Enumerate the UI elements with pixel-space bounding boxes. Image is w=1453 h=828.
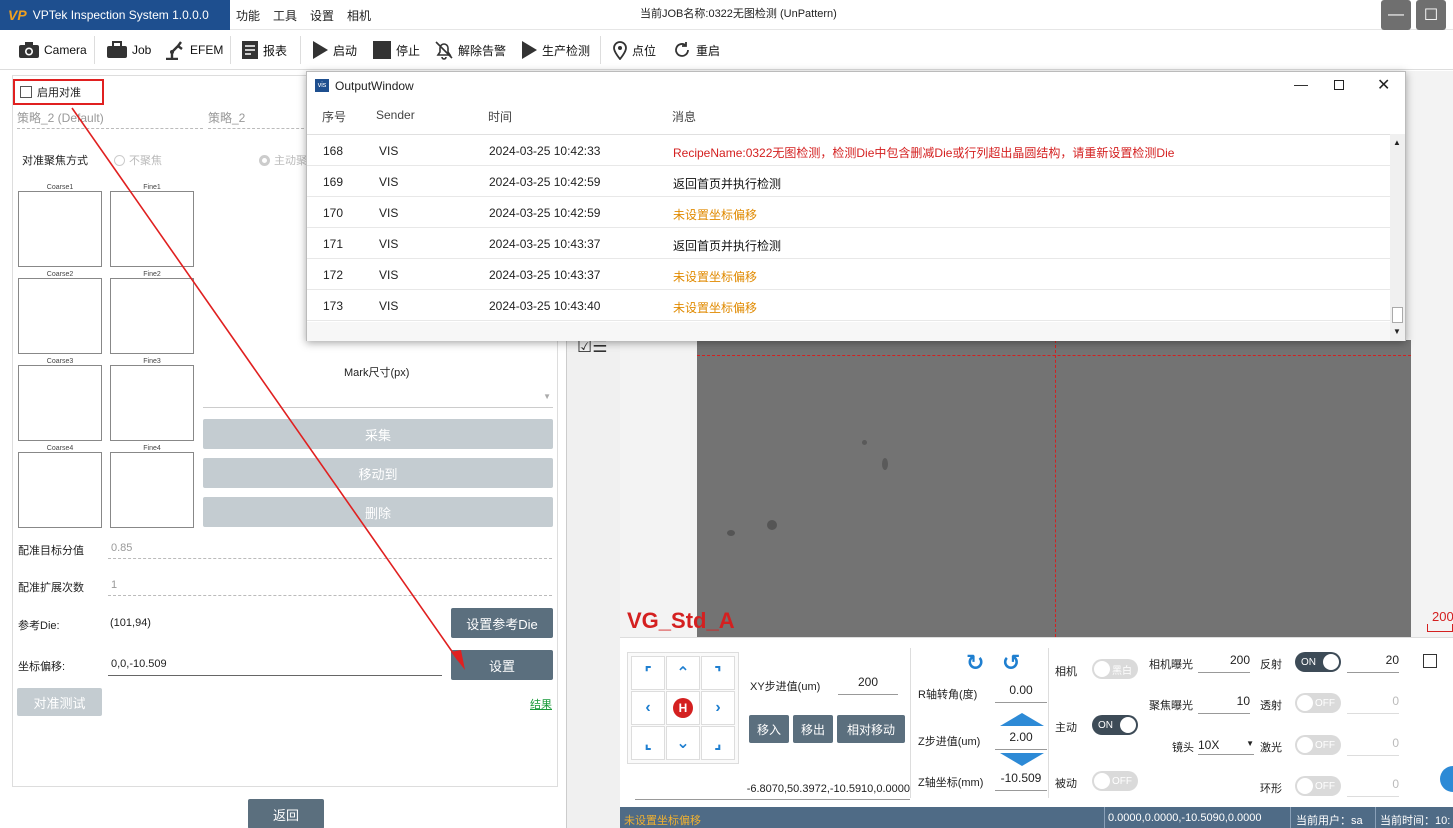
camera-mode-label: 相机 xyxy=(1055,666,1077,678)
move-up-right-button[interactable]: ⌝ xyxy=(701,656,735,690)
dropdown-arrow-icon: ▼ xyxy=(1246,739,1254,748)
z-coord-value: -10.509 xyxy=(1000,771,1042,785)
laser-value: OFF xyxy=(1315,739,1335,751)
corner-arrow-icon: ⌟ xyxy=(714,735,722,752)
relative-move-button[interactable]: 相对移动 xyxy=(837,715,905,743)
coords-display: -6.8070,50.3972,-10.5910,0.0000 xyxy=(635,778,910,800)
active-toggle[interactable]: ON xyxy=(1092,715,1138,735)
move-up-left-button[interactable]: ⌜ xyxy=(631,656,665,690)
focus-exposure-value: 10 xyxy=(1236,694,1250,708)
status-user: 当前用户：sa xyxy=(1296,815,1363,827)
chevron-right-icon: › xyxy=(715,699,721,716)
reflect-label: 反射 xyxy=(1260,659,1282,671)
status-bar: 未设置坐标偏移 0.0000,0.0000,-10.5090,0.0000 当前… xyxy=(620,807,1453,828)
chevron-up-icon: ⌃ xyxy=(676,665,690,682)
transmit-label: 透射 xyxy=(1260,700,1282,712)
z-down-button[interactable] xyxy=(1000,753,1044,766)
stage-control-panel: ⌜ ⌃ ⌝ ‹ H › ⌞ ⌄ ⌟ XY步进值(um) 200 移入 移出 相对… xyxy=(620,637,1453,807)
status-divider xyxy=(1290,807,1291,828)
move-down-right-button[interactable]: ⌟ xyxy=(701,726,735,760)
chevron-down-icon: ⌄ xyxy=(676,735,690,752)
cam-exposure-input[interactable]: 200 xyxy=(1198,653,1250,673)
move-down-left-button[interactable]: ⌞ xyxy=(631,726,665,760)
lens-select[interactable]: 10X ▼ xyxy=(1198,735,1254,755)
reflect-value: ON xyxy=(1301,656,1316,668)
move-down-button[interactable]: ⌄ xyxy=(666,726,700,760)
status-time: 当前时间：10: xyxy=(1380,815,1451,827)
toggle-knob xyxy=(1297,737,1313,753)
active-value: ON xyxy=(1098,719,1113,731)
xy-step-label: XY步进值(um) xyxy=(750,681,821,693)
transmit-value: OFF xyxy=(1315,697,1335,709)
coords-value: -6.8070,50.3972,-10.5910,0.0000 xyxy=(746,783,910,795)
focus-exposure-label: 聚焦曝光 xyxy=(1149,700,1193,712)
status-coords: 0.0000,0.0000,-10.5090,0.0000 xyxy=(1108,812,1262,824)
section-divider xyxy=(1048,648,1049,798)
ring-toggle[interactable]: OFF xyxy=(1295,776,1341,796)
toggle-knob xyxy=(1297,695,1313,711)
move-up-button[interactable]: ⌃ xyxy=(666,656,700,690)
home-button[interactable]: H xyxy=(666,691,700,725)
laser-num: 0 xyxy=(1392,736,1399,750)
ring-label: 环形 xyxy=(1260,783,1282,795)
laser-toggle[interactable]: OFF xyxy=(1295,735,1341,755)
xy-step-value: 200 xyxy=(857,675,879,689)
cam-exposure-label: 相机曝光 xyxy=(1149,659,1193,671)
lens-label: 镜头 xyxy=(1172,742,1194,754)
reflect-toggle[interactable]: ON xyxy=(1295,652,1341,672)
toggle-knob xyxy=(1094,661,1110,677)
section-divider xyxy=(910,648,911,798)
toggle-knob xyxy=(1323,654,1339,670)
passive-toggle[interactable]: OFF xyxy=(1092,771,1138,791)
move-right-button[interactable]: › xyxy=(701,691,735,725)
r-angle-input[interactable]: 0.00 xyxy=(995,683,1047,703)
r-angle-label: R轴转角(度) xyxy=(918,689,978,701)
help-icon[interactable] xyxy=(1440,766,1453,792)
ring-input[interactable]: 0 xyxy=(1347,777,1399,797)
z-coord-label: Z轴坐标(mm) xyxy=(918,777,984,789)
reflect-input[interactable]: 20 xyxy=(1347,653,1399,673)
laser-label: 激光 xyxy=(1260,742,1282,754)
move-left-button[interactable]: ‹ xyxy=(631,691,665,725)
xy-step-input[interactable]: 200 xyxy=(838,675,898,695)
reflect-num: 20 xyxy=(1385,653,1399,667)
laser-input[interactable]: 0 xyxy=(1347,736,1399,756)
move-in-button[interactable]: 移入 xyxy=(749,715,789,743)
corner-arrow-icon: ⌜ xyxy=(644,665,652,682)
lens-value: 10X xyxy=(1198,738,1220,752)
toggle-knob xyxy=(1297,778,1313,794)
status-divider xyxy=(1375,807,1376,828)
camera-mode-toggle[interactable]: 黑白 xyxy=(1092,659,1138,679)
corner-arrow-icon: ⌞ xyxy=(644,735,652,752)
z-step-input[interactable]: 2.00 xyxy=(995,730,1047,750)
z-step-value: 2.00 xyxy=(1009,730,1033,744)
cam-exposure-value: 200 xyxy=(1229,653,1250,667)
transmit-num: 0 xyxy=(1392,694,1399,708)
r-angle-value: 0.00 xyxy=(1009,683,1033,697)
move-out-button[interactable]: 移出 xyxy=(793,715,833,743)
status-divider xyxy=(1104,807,1105,828)
z-step-label: Z步进值(um) xyxy=(918,736,981,748)
toggle-knob xyxy=(1094,773,1110,789)
passive-value: OFF xyxy=(1112,775,1132,787)
rotate-ccw-icon[interactable]: ↺ xyxy=(1002,650,1020,676)
transmit-input[interactable]: 0 xyxy=(1347,694,1399,714)
passive-label: 被动 xyxy=(1055,778,1077,790)
home-icon: H xyxy=(673,698,693,718)
ring-value: OFF xyxy=(1315,780,1335,792)
corner-arrow-icon: ⌝ xyxy=(714,665,722,682)
active-label: 主动 xyxy=(1055,722,1077,734)
z-up-button[interactable] xyxy=(1000,713,1044,726)
camera-mode-value: 黑白 xyxy=(1112,665,1132,677)
z-coord-input[interactable]: -10.509 xyxy=(995,771,1047,791)
rotate-cw-icon[interactable]: ↻ xyxy=(966,650,984,676)
extra-checkbox[interactable] xyxy=(1423,654,1437,668)
direction-pad: ⌜ ⌃ ⌝ ‹ H › ⌞ ⌄ ⌟ xyxy=(627,652,739,764)
focus-exposure-input[interactable]: 10 xyxy=(1198,694,1250,714)
toggle-knob xyxy=(1120,717,1136,733)
status-message: 未设置坐标偏移 xyxy=(624,815,701,827)
ring-num: 0 xyxy=(1392,777,1399,791)
chevron-left-icon: ‹ xyxy=(645,699,651,716)
transmit-toggle[interactable]: OFF xyxy=(1295,693,1341,713)
